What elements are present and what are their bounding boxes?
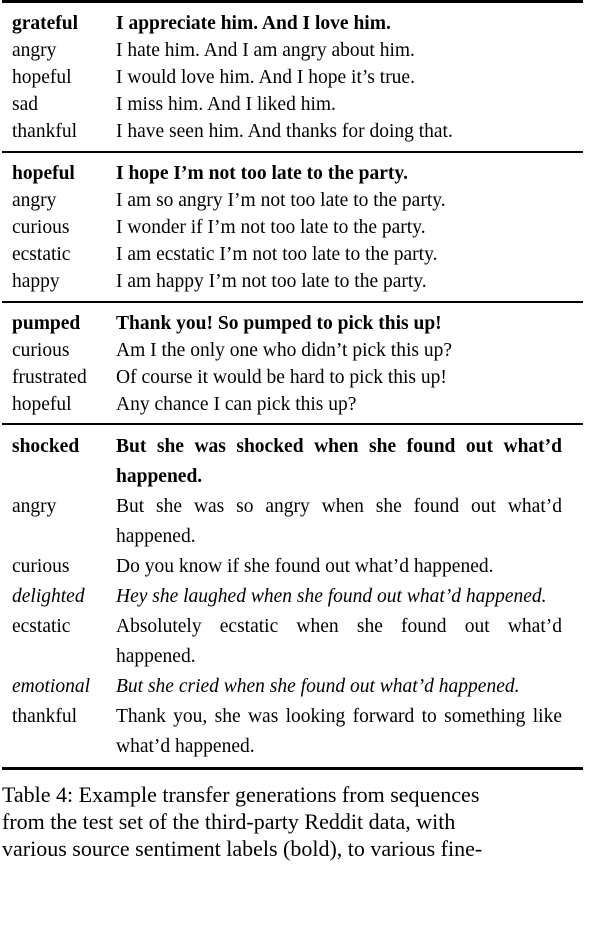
table-row: hopeful Any chance I can pick this up? [0, 391, 604, 418]
emotion-label: ecstatic [12, 616, 71, 637]
generated-sentence: Thank you! So pumped to pick this up! [116, 313, 442, 334]
table-row: angry But she was so angry when she foun… [0, 492, 604, 552]
table-row: hopeful I hope I’m not too late to the p… [0, 160, 604, 187]
caption-line: various source sentiment labels (bold), … [2, 836, 483, 861]
table-row: ecstatic Absolutely ecstatic when she fo… [0, 612, 604, 672]
table-row: angry I hate him. And I am angry about h… [0, 37, 604, 64]
emotion-label: curious [12, 340, 70, 361]
emotion-label: angry [12, 190, 57, 211]
emotion-label: shocked [12, 436, 80, 457]
caption-line: Table 4: Example transfer generations fr… [2, 782, 480, 807]
generated-sentence: Of course it would be hard to pick this … [116, 367, 447, 388]
generated-sentence: I appreciate him. And I love him. [116, 13, 391, 34]
emotion-label: sad [12, 94, 38, 115]
generated-sentence: Absolutely ecstatic when she found out w… [116, 616, 562, 667]
generated-sentence: I miss him. And I liked him. [116, 94, 336, 115]
table-row: ecstatic I am ecstatic I’m not too late … [0, 241, 604, 268]
emotion-label: curious [12, 556, 70, 577]
generated-sentence: I am ecstatic I’m not too late to the pa… [116, 244, 438, 265]
emotion-label: curious [12, 217, 70, 238]
emotion-label: hopeful [12, 163, 75, 184]
generated-sentence: I hope I’m not too late to the party. [116, 163, 408, 184]
table-caption: Table 4: Example transfer generations fr… [0, 781, 604, 862]
generated-sentence: Do you know if she found out what’d hap­… [116, 556, 494, 577]
table-row: pumped Thank you! So pumped to pick this… [0, 310, 604, 337]
table-block-pumped: pumped Thank you! So pumped to pick this… [0, 303, 604, 423]
table-row: emotional But she cried when she found o… [0, 672, 604, 702]
generated-sentence: Thank you, she was looking forward to so… [116, 706, 562, 757]
table-row: happy I am happy I’m not too late to the… [0, 268, 604, 295]
table-row: curious Do you know if she found out wha… [0, 552, 604, 582]
table-figure-page: grateful I appreciate him. And I love hi… [0, 0, 604, 932]
emotion-label: angry [12, 496, 57, 517]
table-row: hopeful I would love him. And I hope it’… [0, 64, 604, 91]
generated-sentence: I am happy I’m not too late to the party… [116, 271, 427, 292]
table-row: delighted Hey she laughed when she found… [0, 582, 604, 612]
emotion-label: grateful [12, 13, 79, 34]
generated-sentence: Any chance I can pick this up? [116, 394, 357, 415]
caption-line: from the test set of the third-party Red… [2, 809, 456, 834]
emotion-label: ecstatic [12, 244, 71, 265]
table-4: grateful I appreciate him. And I love hi… [0, 0, 604, 770]
emotion-label: happy [12, 271, 60, 292]
generated-sentence: But she cried when she found out what’d … [116, 676, 520, 697]
emotion-label: angry [12, 40, 57, 61]
table-row: thankful Thank you, she was looking forw… [0, 702, 604, 762]
emotion-label: delighted [12, 586, 85, 607]
table-row: shocked But she was shocked when she fou… [0, 432, 604, 492]
generated-sentence: I hate him. And I am angry about him. [116, 40, 415, 61]
generated-sentence: Am I the only one who didn’t pick this u… [116, 340, 452, 361]
table-bottom-rule [2, 767, 583, 770]
table-row: frustrated Of course it would be hard to… [0, 364, 604, 391]
table-row: grateful I appreciate him. And I love hi… [0, 10, 604, 37]
table-block-grateful: grateful I appreciate him. And I love hi… [0, 3, 604, 151]
table-block-shocked: shocked But she was shocked when she fou… [0, 425, 604, 767]
emotion-label: thankful [12, 121, 77, 142]
generated-sentence: I would love him. And I hope it’s true. [116, 67, 415, 88]
generated-sentence: I am so angry I’m not too late to the pa… [116, 190, 446, 211]
emotion-label: hopeful [12, 394, 72, 415]
table-row: thankful I have seen him. And thanks for… [0, 118, 604, 145]
generated-sentence: But she was shocked when she found out w… [116, 436, 562, 487]
emotion-label: pumped [12, 313, 81, 334]
table-block-hopeful: hopeful I hope I’m not too late to the p… [0, 153, 604, 301]
emotion-label: frustrated [12, 367, 87, 388]
table-row: curious I wonder if I’m not too late to … [0, 214, 604, 241]
emotion-label: emotional [12, 676, 90, 697]
generated-sentence: I wonder if I’m not too late to the part… [116, 217, 426, 238]
generated-sentence: I have seen him. And thanks for doing th… [116, 121, 453, 142]
table-row: angry I am so angry I’m not too late to … [0, 187, 604, 214]
table-row: sad I miss him. And I liked him. [0, 91, 604, 118]
emotion-label: thankful [12, 706, 77, 727]
generated-sentence: But she was so angry when she found out … [116, 496, 562, 547]
generated-sentence: Hey she laughed when she found out what’… [116, 586, 547, 607]
emotion-label: hopeful [12, 67, 72, 88]
table-row: curious Am I the only one who didn’t pic… [0, 337, 604, 364]
